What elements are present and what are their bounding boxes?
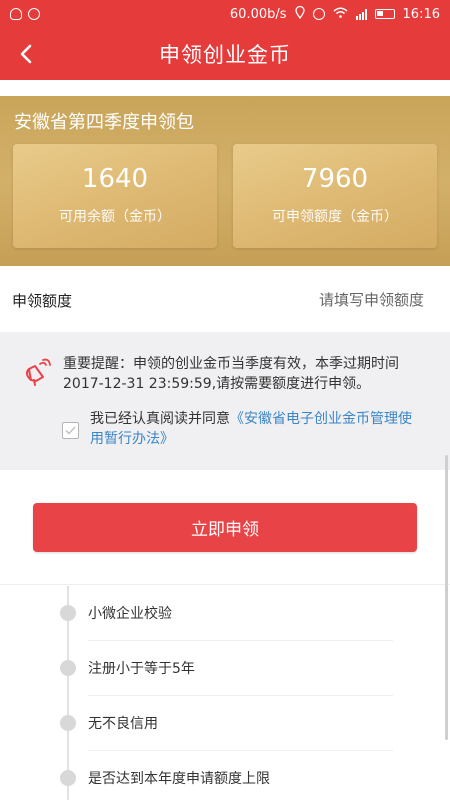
available-balance-value: 1640 (81, 164, 149, 194)
notice-panel (0, 332, 450, 470)
step-dot (60, 770, 76, 786)
signal-icon (355, 8, 367, 20)
battery-icon (374, 9, 395, 19)
network-speed: 60.00b/s (229, 6, 287, 22)
clock: 16:16 (402, 6, 440, 22)
agreement-checkbox[interactable] (62, 422, 79, 439)
divider (0, 584, 450, 585)
agreement-text: 我已经认真阅读并同意《安徽省电子创业金币管理使用暂行办法》 (90, 409, 425, 449)
apply-button[interactable]: 立即申领 (33, 503, 417, 552)
available-balance-card: 1640 可用余额（金币） (13, 144, 217, 248)
step-item: 注册小于等于5年 (0, 641, 450, 696)
nav-bar: 申领创业金币 (0, 28, 450, 80)
amount-row: 申领额度 (0, 270, 450, 330)
page-title: 申领创业金币 (159, 43, 291, 67)
step-label: 无不良信用 (88, 716, 158, 732)
step-label: 小微企业校验 (88, 606, 172, 622)
step-dot (60, 660, 76, 676)
amount-label: 申领额度 (12, 291, 73, 310)
checkmark-icon (65, 426, 76, 435)
package-panel: 安徽省第四季度申领包 1640 可用余额（金币） 7960 可申领额度（金币） (0, 96, 450, 266)
step-label: 注册小于等于5年 (88, 661, 195, 677)
face-icon (28, 8, 40, 20)
amount-input[interactable] (224, 291, 424, 309)
step-item: 小微企业校验 (0, 586, 450, 641)
chevron-left-icon (20, 44, 32, 64)
claimable-amount-card: 7960 可申领额度（金币） (233, 144, 437, 248)
status-bar: 60.00b/s 16:16 (0, 0, 450, 28)
notice-text: 重要提醒：申领的创业金币当季度有效，本季过期时间2017-12-31 23:59… (63, 356, 399, 392)
claimable-amount-label: 可申领额度（金币） (272, 209, 398, 225)
wifi-icon (333, 7, 348, 22)
step-dot (60, 715, 76, 731)
step-item: 无不良信用 (0, 696, 450, 751)
location-icon (294, 5, 305, 23)
agreement-prefix: 我已经认真阅读并同意 (90, 411, 230, 427)
alarm-icon (312, 8, 325, 20)
shield-heart-icon (10, 8, 22, 20)
package-title: 安徽省第四季度申领包 (14, 112, 194, 133)
step-item: 是否达到本年度申请额度上限 (0, 751, 450, 800)
available-balance-label: 可用余额（金币） (59, 209, 171, 225)
scrollbar[interactable] (445, 455, 448, 740)
back-button[interactable] (6, 34, 46, 74)
claimable-amount-value: 7960 (301, 164, 369, 194)
step-label: 是否达到本年度申请额度上限 (88, 771, 270, 787)
horn-icon (26, 358, 51, 386)
step-dot (60, 605, 76, 621)
